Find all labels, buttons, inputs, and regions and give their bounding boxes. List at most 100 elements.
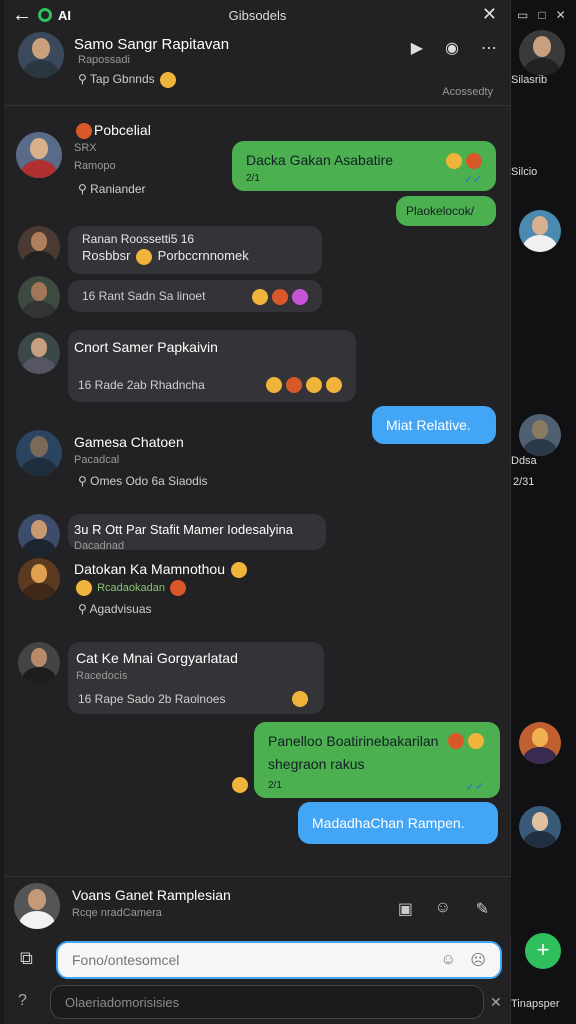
avatar[interactable]: [14, 883, 60, 929]
message-sender: 3u R Ott Par Stafit Mamer Iodesalyina: [74, 522, 293, 537]
avatar[interactable]: [16, 132, 62, 178]
message-bubble-outgoing[interactable]: Plaokelocok/: [396, 196, 496, 226]
contact-line-text: Rcadaokadan: [97, 581, 165, 594]
clear-icon[interactable]: ✕: [490, 994, 502, 1011]
attach-icon[interactable]: ⧉: [20, 948, 33, 969]
sticker-icon[interactable]: ☹: [470, 951, 486, 969]
message-bubble-outgoing[interactable]: Dacka Gakan Asabatire 2/1 ✓✓: [232, 141, 496, 191]
contact-name: Pobcelial: [74, 122, 151, 140]
contact-line: Ramopo: [74, 160, 116, 172]
message-text: Dacka Gakan Asabatire: [246, 152, 394, 168]
side-panel: ▭ □ ✕ Silasrib Silcio Ddsa 2/31 Tinapspe…: [511, 0, 576, 1024]
message-line: Racedocis: [76, 670, 128, 682]
contact-meta-text: Agadvisuas: [89, 602, 152, 616]
message-meta: 16 Rape Sado 2b Raolnoes: [78, 692, 226, 706]
title-bar: ← AI Gibsodels ✕: [4, 0, 511, 30]
message-bubble-outgoing[interactable]: Panelloo Boatirinebakarilan shegraon rak…: [254, 722, 500, 798]
chat-status: ⚲ Tap Gbnnds: [78, 72, 178, 88]
mask-icon[interactable]: ☺: [435, 899, 451, 917]
message-time: 2/1: [246, 173, 260, 184]
message-text: Panelloo Boatirinebakarilan: [268, 733, 439, 749]
header-actions: ▶ ◉ ⋯: [411, 38, 497, 58]
contact-name-text: Datokan Ka Mamnothou: [74, 561, 225, 577]
reply-bar: Voans Ganet Ramplesian Rcqe nradCamera ▣…: [4, 876, 511, 934]
chat-subtitle: Rapossadi: [78, 54, 130, 66]
message-time: 2/1: [268, 780, 282, 791]
close-icon[interactable]: ✕: [482, 4, 497, 25]
side-label: Silasrib: [511, 74, 548, 86]
contact-meta-text: Omes Odo 6a Siaodis: [90, 474, 208, 488]
contact-name-text: Pobcelial: [94, 122, 151, 138]
message-text: Rosbbsr Porbccrnnomek: [82, 248, 249, 265]
chat-title: Samo Sangr Rapitavan: [74, 36, 230, 53]
new-chat-button[interactable]: +: [525, 933, 561, 969]
message-bubble-incoming[interactable]: Cnort Samer Papkaivin 16 Rade 2ab Rhadnc…: [68, 330, 356, 402]
contact-name: Gamesa Chatoen: [74, 434, 184, 450]
message-text: Plaokelocok/: [406, 204, 475, 218]
avatar[interactable]: [18, 514, 60, 556]
camera-icon[interactable]: ▣: [398, 899, 413, 919]
window-title: Gibsodels: [228, 7, 287, 23]
record-icon[interactable]: ◉: [445, 38, 459, 58]
message-text-a: Rosbbsr: [82, 248, 131, 263]
reaction-icons: [250, 288, 310, 306]
maximize-icon[interactable]: □: [538, 8, 545, 22]
avatar[interactable]: [519, 210, 561, 252]
avatar[interactable]: [18, 226, 60, 268]
reaction-icons: [290, 690, 310, 708]
contact-line: Pacadcal: [74, 454, 120, 466]
avatar[interactable]: [18, 32, 64, 78]
message-input-placeholder: Fono/ontesomcel: [72, 952, 180, 968]
window-controls: ▭ □ ✕: [517, 8, 566, 22]
message-bubble-outgoing[interactable]: MadadhaChan Rampen.: [298, 802, 498, 844]
avatar[interactable]: [519, 722, 561, 764]
message-bubble-incoming[interactable]: Ranan Roossetti5 16 Rosbbsr Porbccrnnome…: [68, 226, 322, 274]
contact-line: Rcadaokadan: [74, 580, 188, 596]
secondary-input[interactable]: Olaeriadomorisisies: [50, 985, 484, 1019]
avatar[interactable]: [519, 30, 565, 76]
message-sender: Cnort Samer Papkaivin: [74, 339, 218, 355]
message-bubble-incoming[interactable]: Cat Ke Mnai Gorgyarlatad Racedocis 16 Ra…: [68, 642, 324, 714]
video-call-icon[interactable]: ▶: [411, 38, 423, 58]
read-check-icon: ✓✓: [465, 781, 484, 793]
header-note: Acossedty: [442, 86, 493, 98]
minimize-icon[interactable]: ▭: [517, 8, 528, 22]
help-icon[interactable]: ?: [18, 992, 27, 1010]
edit-icon[interactable]: ✎: [476, 899, 489, 919]
emoji-picker-icon[interactable]: ☺: [441, 951, 456, 968]
avatar[interactable]: [16, 430, 62, 476]
avatar[interactable]: [18, 276, 60, 318]
avatar[interactable]: [18, 332, 60, 374]
reaction-icons: [264, 376, 344, 394]
contact-meta: ⚲ Raniander: [78, 182, 146, 196]
message-text: shegraon rakus: [268, 756, 365, 772]
avatar[interactable]: [18, 642, 60, 684]
contact-meta: ⚲ Agadvisuas: [78, 602, 152, 616]
contact-meta-text: Raniander: [90, 182, 146, 196]
avatar[interactable]: [519, 806, 561, 848]
chat-panel: ← AI Gibsodels ✕ Samo Sangr Rapitavan Ra…: [4, 0, 511, 1024]
chat-header: Samo Sangr Rapitavan Rapossadi ⚲ Tap Gbn…: [4, 30, 511, 106]
message-text: Miat Relative.: [386, 417, 471, 433]
side-label: 2/31: [513, 476, 535, 488]
message-bubble-outgoing[interactable]: Miat Relative.: [372, 406, 496, 444]
message-sender: Cat Ke Mnai Gorgyarlatad: [76, 650, 238, 666]
message-meta: 16 Rant Sadn Sa linoet: [82, 289, 206, 303]
reaction-emoji-icon: [230, 776, 250, 794]
message-text-b: Porbccrnnomek: [157, 248, 249, 263]
read-check-icon: ✓✓: [463, 174, 482, 186]
window-close-icon[interactable]: ✕: [556, 8, 566, 22]
avatar[interactable]: [18, 558, 60, 600]
message-input[interactable]: Fono/ontesomcel ☺ ☹: [56, 941, 502, 979]
contact-line: Dacadnad: [74, 540, 125, 552]
message-meta: 16 Rade 2ab Rhadncha: [78, 378, 205, 392]
side-label: Silcio: [511, 166, 538, 178]
reply-sub: Rcqe nradCamera: [72, 907, 162, 919]
more-icon[interactable]: ⋯: [481, 38, 497, 58]
side-label: Tinapsper: [511, 998, 560, 1010]
message-bubble-incoming[interactable]: 16 Rant Sadn Sa linoet: [68, 280, 322, 312]
avatar[interactable]: [519, 414, 561, 456]
emoji-icon: [446, 732, 486, 750]
message-text: MadadhaChan Rampen.: [312, 815, 465, 831]
side-label: Ddsa: [511, 455, 537, 467]
